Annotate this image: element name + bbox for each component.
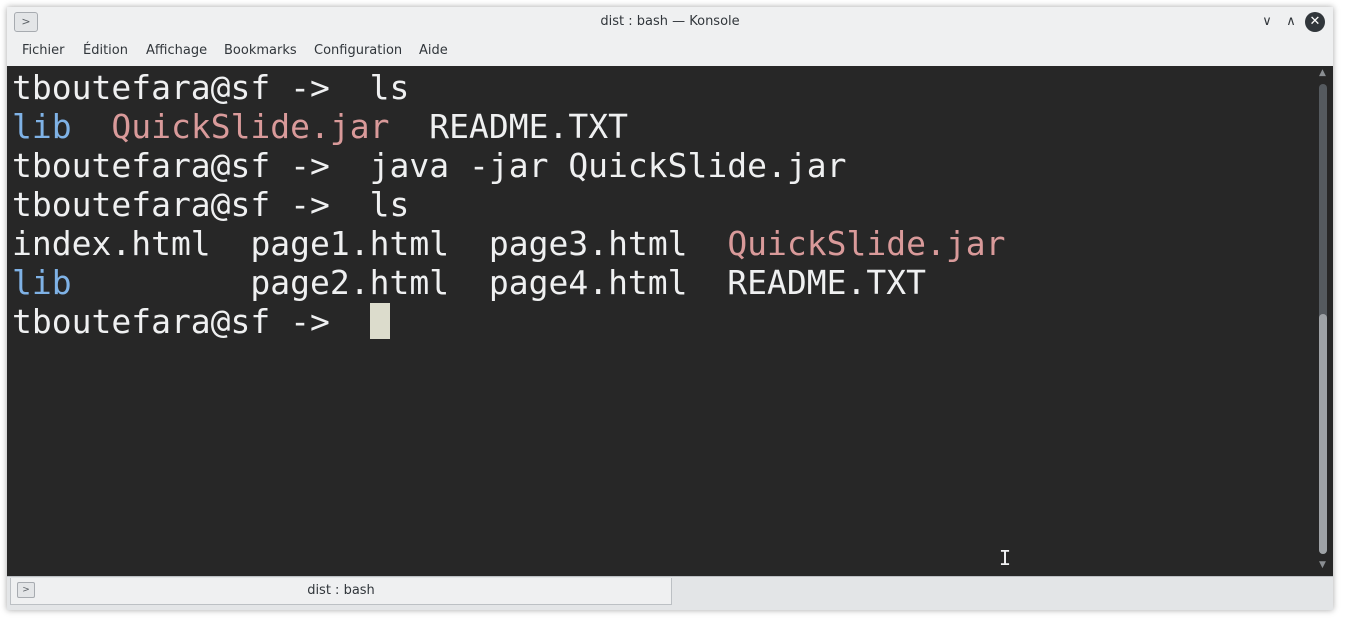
ls-entry-file: page4.html <box>488 263 688 302</box>
menu-bookmarks[interactable]: Bookmarks <box>224 36 297 66</box>
shell-prompt: tboutefara@sf -> <box>12 302 330 341</box>
ls-entry-file: README.TXT <box>429 107 628 146</box>
terminal-line: index.html page1.html page3.html QuickSl… <box>12 224 1005 263</box>
menu-affichage[interactable]: Affichage <box>146 36 207 66</box>
vertical-scrollbar[interactable]: ▲ ▼ <box>1312 66 1333 576</box>
scroll-thumb[interactable] <box>1319 314 1327 554</box>
terminal-line: tboutefara@sf -> ls <box>12 68 409 107</box>
shell-command: ls <box>369 185 410 224</box>
terminal-line: tboutefara@sf -> java -jar QuickSlide.ja… <box>12 146 846 185</box>
shell-prompt: tboutefara@sf -> <box>12 146 330 185</box>
text-cursor <box>369 303 390 339</box>
scroll-down-icon[interactable]: ▼ <box>1312 560 1333 570</box>
tab-dist-bash[interactable]: > dist : bash <box>10 578 672 605</box>
ls-entry-file: page1.html <box>250 224 450 263</box>
ls-entry-directory: lib <box>12 107 72 146</box>
shell-prompt: tboutefara@sf -> <box>12 185 330 224</box>
terminal-line: tboutefara@sf -> ls <box>12 185 409 224</box>
ls-entry-file: index.html <box>12 224 211 263</box>
tab-label: dist : bash <box>307 583 375 598</box>
menu-bar: Fichier Édition Affichage Bookmarks Conf… <box>7 36 1333 66</box>
terminal-line: lib page2.html page4.html README.TXT <box>12 263 926 302</box>
terminal-line: tboutefara@sf -> <box>12 302 390 341</box>
window-title: dist : bash — Konsole <box>600 14 740 29</box>
ls-entry-file: page3.html <box>488 224 688 263</box>
terminal-view[interactable]: tboutefara@sf -> ls lib QuickSlide.jar R… <box>7 66 1312 576</box>
konsole-window: > dist : bash — Konsole ∨ ∧ ✕ Fichier Éd… <box>7 7 1333 610</box>
menu-edition[interactable]: Édition <box>83 36 128 66</box>
close-button[interactable]: ✕ <box>1305 12 1325 32</box>
shell-command: java -jar QuickSlide.jar <box>369 146 847 185</box>
maximize-button[interactable]: ∧ <box>1281 12 1301 32</box>
ls-entry-directory: lib <box>12 263 72 302</box>
ls-entry-file: page2.html <box>250 263 450 302</box>
shell-prompt: tboutefara@sf -> <box>12 68 330 107</box>
tab-bar: > dist : bash <box>7 576 1333 610</box>
menu-configuration[interactable]: Configuration <box>314 36 402 66</box>
menu-fichier[interactable]: Fichier <box>22 36 65 66</box>
minimize-button[interactable]: ∨ <box>1257 12 1277 32</box>
terminal-line: lib QuickSlide.jar README.TXT <box>12 107 628 146</box>
scroll-up-icon[interactable]: ▲ <box>1312 68 1333 78</box>
ls-entry-jar: QuickSlide.jar <box>111 107 390 146</box>
i-beam-cursor-icon: I <box>999 546 1012 570</box>
title-bar[interactable]: > dist : bash — Konsole ∨ ∧ ✕ <box>7 7 1333 36</box>
menu-aide[interactable]: Aide <box>419 36 448 66</box>
ls-entry-file: README.TXT <box>727 263 926 302</box>
ls-entry-jar: QuickSlide.jar <box>727 224 1006 263</box>
shell-command: ls <box>369 68 410 107</box>
